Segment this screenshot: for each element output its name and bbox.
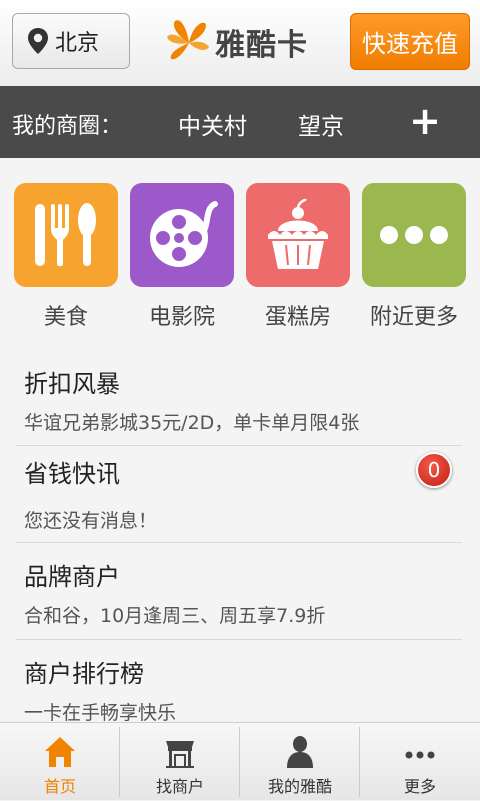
list-item-subtitle: 您还没有消息！: [24, 510, 158, 532]
category-label: 电影院: [148, 305, 215, 330]
category-more-nearby[interactable]: 附近更多: [362, 183, 466, 331]
category-label: 蛋糕房: [264, 305, 331, 330]
user-icon: [287, 736, 313, 768]
app-header: 北京 雅酷卡 快速充值: [0, 0, 480, 86]
cake-icon: [268, 199, 328, 269]
divider: [16, 639, 462, 640]
storefront-icon: [166, 741, 194, 768]
bottom-nav: 首页 找商户 我的雅酷 更多: [0, 722, 480, 800]
category-grid: 美食 电影院 蛋糕房 附近更多: [0, 158, 480, 348]
city-label: 北京: [55, 31, 100, 56]
category-label: 美食: [43, 305, 88, 330]
logo-flower-icon: [167, 20, 209, 60]
list-item-subtitle: 华谊兄弟影城35元/2D，单卡单月限4张: [24, 412, 360, 434]
list-item-subtitle: 合和谷，10月逢周三、周五享7.9折: [24, 605, 326, 627]
location-pin-icon: [28, 28, 48, 54]
business-circle-zhongguancun[interactable]: 中关村: [178, 107, 247, 141]
divider: [16, 542, 462, 543]
category-tile: [130, 183, 234, 287]
add-business-circle-button[interactable]: +: [408, 100, 442, 142]
category-cinema[interactable]: 电影院: [130, 183, 234, 331]
category-tile: [246, 183, 350, 287]
divider: [16, 445, 462, 446]
category-bakery[interactable]: 蛋糕房: [246, 183, 350, 331]
list-item-title: 品牌商户: [24, 563, 120, 591]
nav-tab-label: 找商户: [155, 777, 204, 796]
city-selector-button[interactable]: 北京: [12, 13, 130, 69]
list-item-title: 商户排行榜: [24, 660, 144, 688]
nav-tab-more[interactable]: 更多: [360, 723, 480, 801]
more-dots-icon: [380, 226, 448, 244]
nav-tab-label: 首页: [43, 777, 76, 796]
app-logo: 雅酷卡: [165, 14, 315, 70]
unread-count-badge: 0: [416, 452, 452, 488]
category-tile: [14, 183, 118, 287]
nav-tab-my-yaku[interactable]: 我的雅酷: [240, 723, 360, 801]
business-circle-wangjing[interactable]: 望京: [298, 107, 344, 141]
cutlery-icon: [35, 203, 96, 267]
category-tile: [362, 183, 466, 287]
home-icon: [45, 737, 75, 767]
nav-tab-home[interactable]: 首页: [0, 723, 120, 801]
nav-tab-label: 我的雅酷: [267, 777, 332, 796]
category-food[interactable]: 美食: [14, 183, 118, 331]
more-dots-icon: [405, 751, 435, 759]
film-reel-icon: [150, 201, 218, 267]
list-item-title: 折扣风暴: [24, 370, 120, 398]
nav-tab-find-merchants[interactable]: 找商户: [120, 723, 240, 801]
list-item-title: 省钱快讯: [24, 460, 120, 488]
logo-text: 雅酷卡: [215, 28, 308, 63]
business-circle-bar: 我的商圈： 中关村 望京 +: [0, 86, 480, 158]
nav-tab-label: 更多: [403, 777, 436, 796]
list-item-subtitle: 一卡在手畅享快乐: [24, 702, 177, 724]
business-circle-label: 我的商圈：: [12, 114, 123, 139]
category-label: 附近更多: [369, 305, 458, 330]
quick-recharge-button[interactable]: 快速充值: [350, 13, 470, 70]
